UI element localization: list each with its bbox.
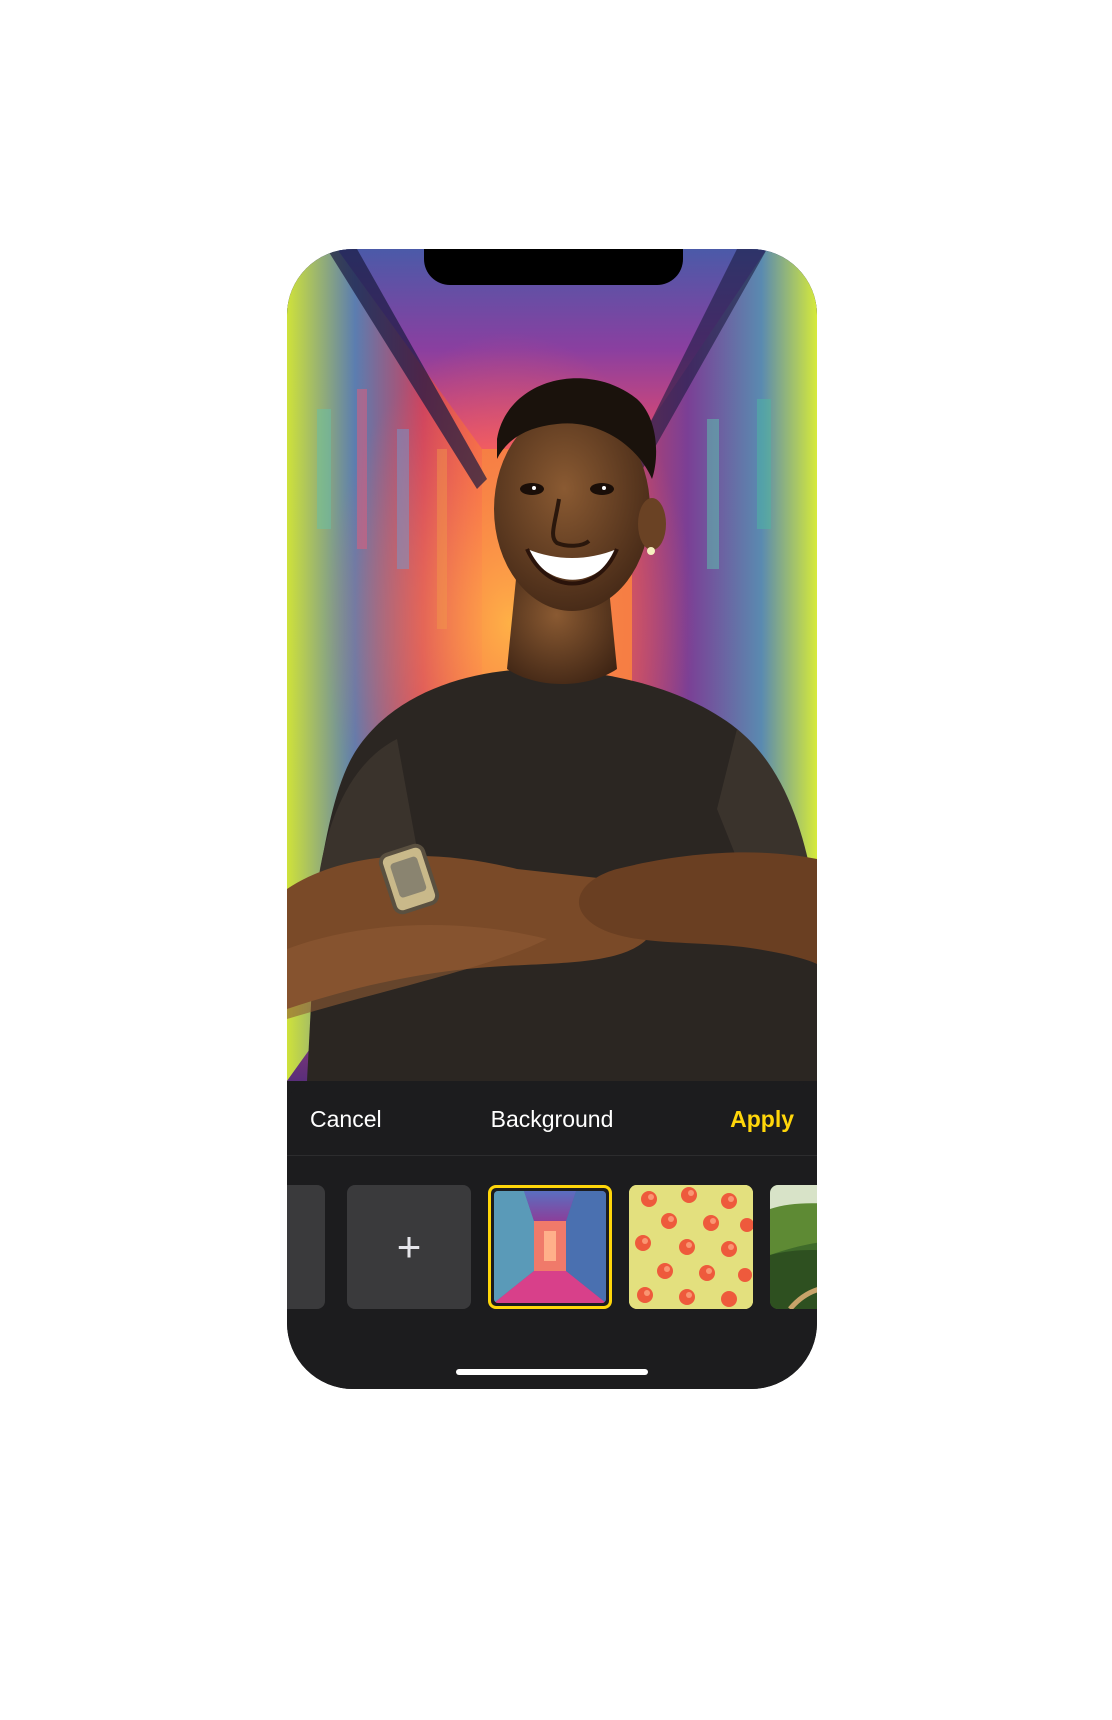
sheet-header: Cancel Background Apply — [287, 1081, 817, 1156]
background-picker-sheet: Cancel Background Apply + — [287, 1081, 817, 1389]
thumbnail-neon-corridor[interactable] — [488, 1185, 612, 1309]
peaches-pattern-image — [629, 1185, 753, 1309]
home-indicator — [456, 1369, 648, 1375]
apply-button[interactable]: Apply — [730, 1105, 794, 1133]
add-background-button[interactable]: + — [347, 1185, 471, 1309]
thumbnail-green-landscape[interactable] — [770, 1185, 817, 1309]
background-thumbnail-strip[interactable]: + — [287, 1185, 817, 1311]
device-notch — [424, 249, 683, 285]
neon-corridor-image — [494, 1191, 606, 1303]
green-landscape-image — [770, 1185, 817, 1309]
plus-icon: + — [396, 1223, 422, 1270]
thumbnail-partial[interactable] — [287, 1185, 325, 1309]
phone-frame: Cancel Background Apply + — [287, 249, 817, 1389]
edited-photo — [287, 249, 817, 1081]
thumbnail-peaches-pattern[interactable] — [629, 1185, 753, 1309]
